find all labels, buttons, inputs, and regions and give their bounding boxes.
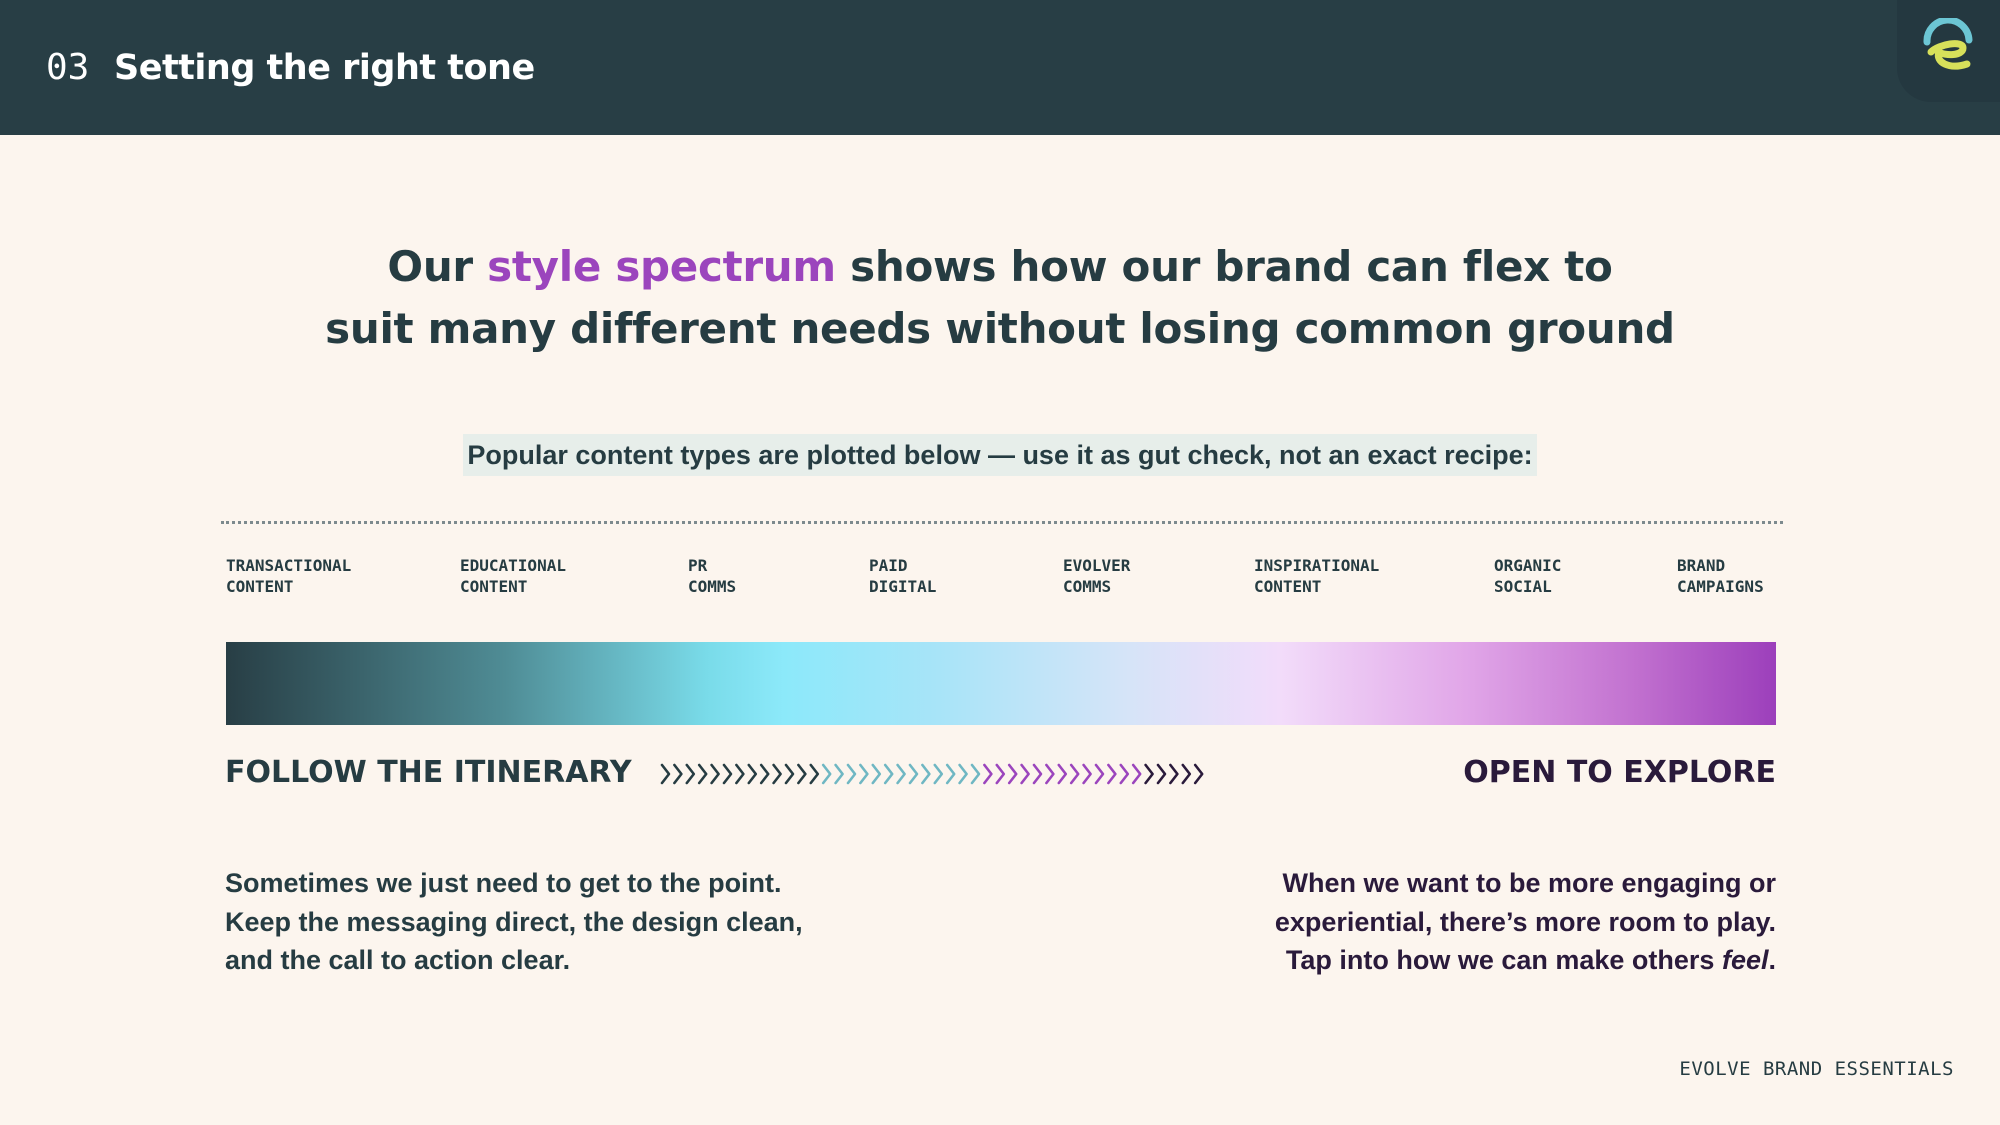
chevron-icon — [1032, 763, 1043, 785]
chevron-icon — [871, 763, 882, 785]
headline-accent: style spectrum — [487, 242, 836, 291]
chevron-icon — [797, 763, 807, 785]
style-spectrum-gradient-bar — [226, 642, 1776, 725]
spectrum-left-label: FOLLOW THE ITINERARY — [225, 755, 632, 790]
chevron-icon — [859, 763, 869, 785]
category-label-brand-campaigns: BRAND CAMPAIGNS — [1677, 556, 1764, 596]
headline-line-2: suit many different needs without losing… — [325, 304, 1675, 353]
body-text-right: When we want to be more engaging or expe… — [1156, 864, 1776, 980]
chevron-icon — [697, 763, 708, 785]
chevron-icon — [921, 763, 931, 785]
logo-tab — [1897, 0, 2000, 102]
subtitle-wrap: Popular content types are plotted below … — [0, 434, 2000, 476]
chevron-icon — [970, 763, 981, 785]
body-right-line-3-suffix: . — [1768, 945, 1776, 975]
chevron-icon — [1144, 763, 1154, 785]
chevron-icon — [722, 763, 733, 785]
chevron-icon — [995, 763, 1006, 785]
category-label-educational: EDUCATIONAL CONTENT — [460, 556, 566, 596]
chevron-icon — [945, 763, 956, 785]
chevron-icon — [710, 763, 720, 785]
chevron-icon — [685, 763, 696, 785]
chevron-icon — [1007, 763, 1018, 785]
category-label-pr: PR COMMS — [688, 556, 737, 596]
chevron-icon — [846, 763, 857, 785]
body-right-line-2: experiential, there’s more room to play. — [1274, 906, 1776, 937]
category-label-organic-social: ORGANIC SOCIAL — [1494, 556, 1562, 596]
chevron-icon — [883, 763, 894, 785]
chevron-icon — [821, 763, 832, 785]
chevron-icon — [1119, 763, 1130, 785]
body-left-line-3: and the call to action clear. — [225, 945, 571, 975]
chevron-icon — [983, 763, 993, 785]
chevron-icon — [759, 763, 770, 785]
category-label-inspirational: INSPIRATIONAL CONTENT — [1254, 556, 1380, 596]
headline-part-1: Our — [387, 242, 488, 291]
chevron-icon — [1045, 763, 1055, 785]
spectrum-right-label: OPEN TO EXPLORE — [1463, 755, 1776, 790]
chevron-icon — [834, 763, 844, 785]
chevron-icon — [1107, 763, 1117, 785]
section-number: 03 — [46, 47, 90, 88]
section-title: Setting the right tone — [114, 48, 535, 88]
chevron-icon — [1181, 763, 1192, 785]
chevron-icon — [673, 763, 683, 785]
chevron-icon — [1057, 763, 1068, 785]
category-label-transactional: TRANSACTIONAL CONTENT — [226, 556, 352, 596]
footer-brand-label: EVOLVE BRAND ESSENTIALS — [1679, 1058, 1954, 1080]
body-text-left: Sometimes we just need to get to the poi… — [225, 864, 865, 980]
chevron-icon — [1020, 763, 1030, 785]
evolve-e-logo-icon — [1923, 18, 1973, 70]
chevron-icon — [933, 763, 944, 785]
chevron-icon — [772, 763, 782, 785]
chevron-icon — [908, 763, 919, 785]
chevron-icon — [1131, 763, 1142, 785]
chevron-icon — [896, 763, 906, 785]
chevron-arrow-row — [660, 763, 1204, 785]
top-banner: 03 Setting the right tone — [0, 0, 2000, 135]
chevron-icon — [1082, 763, 1092, 785]
body-left-line-1: Sometimes we just need to get to the poi… — [225, 868, 782, 898]
body-right-emphasis: feel — [1721, 945, 1769, 975]
chevron-icon — [1169, 763, 1179, 785]
chevron-icon — [958, 763, 968, 785]
body-left-line-2: Keep the messaging direct, the design cl… — [225, 906, 803, 937]
headline-line-1: Our style spectrum shows how our brand c… — [0, 236, 2000, 298]
chevron-icon — [747, 763, 758, 785]
chevron-icon — [1069, 763, 1080, 785]
category-label-evolver-comms: EVOLVER COMMS — [1063, 556, 1131, 596]
chevron-icon — [784, 763, 795, 785]
headline: Our style spectrum shows how our brand c… — [0, 236, 2000, 360]
body-right-line-3-prefix: Tap into how we can make others — [1285, 945, 1722, 975]
subtitle: Popular content types are plotted below … — [463, 434, 1537, 476]
dotted-divider — [221, 521, 1783, 524]
chevron-icon — [809, 763, 820, 785]
chevron-icon — [735, 763, 745, 785]
chevron-icon — [1193, 763, 1204, 785]
category-label-paid-digital: PAID DIGITAL — [869, 556, 937, 596]
body-right-line-3: Tap into how we can make others feel. — [1156, 941, 1776, 980]
chevron-icon — [1094, 763, 1105, 785]
headline-part-2: shows how our brand can flex to — [835, 242, 1613, 291]
chevron-icon — [1156, 763, 1167, 785]
body-right-line-1: When we want to be more engaging or — [1282, 868, 1776, 898]
chevron-icon — [660, 763, 671, 785]
